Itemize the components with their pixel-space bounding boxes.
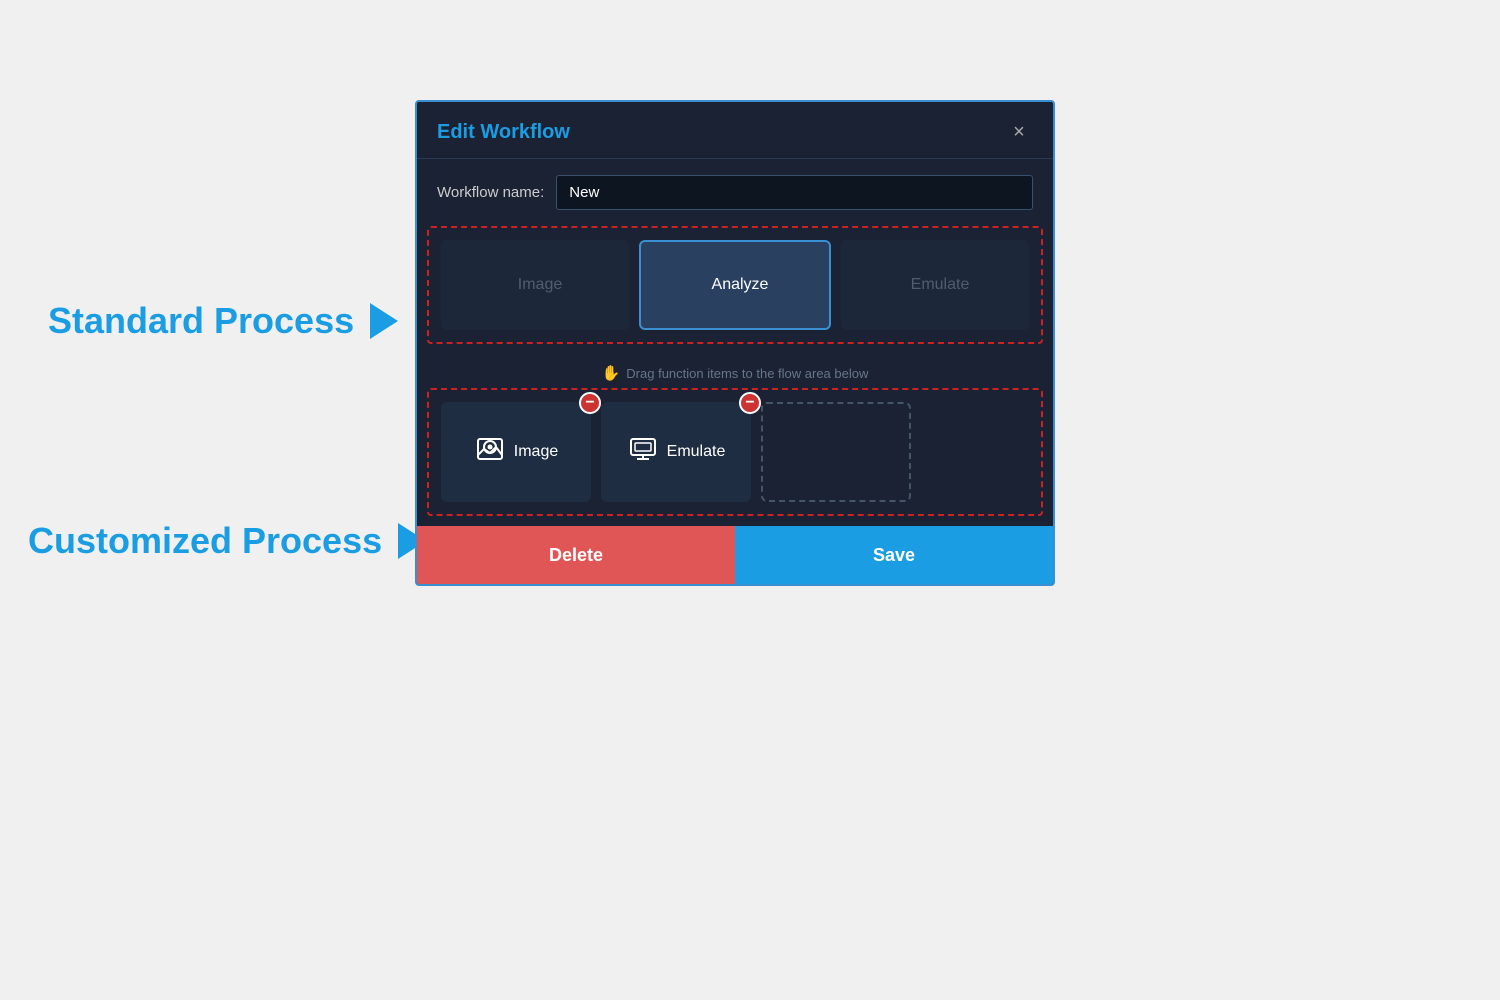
modal-title: Edit Workflow bbox=[437, 121, 570, 144]
workflow-name-label: Workflow name: bbox=[437, 184, 544, 201]
standard-process-items: Image Analyze bbox=[441, 240, 1029, 330]
standard-emulate-card[interactable]: Emulate bbox=[841, 240, 1029, 330]
standard-process-arrow bbox=[370, 303, 398, 339]
flow-image-icon bbox=[474, 433, 506, 472]
edit-workflow-modal: Edit Workflow × Workflow name: Image bbox=[415, 100, 1055, 586]
drag-icon: ✋ bbox=[602, 364, 621, 382]
flow-emulate-label: Emulate bbox=[667, 443, 726, 461]
modal-header: Edit Workflow × bbox=[417, 102, 1053, 159]
workflow-name-input[interactable] bbox=[556, 175, 1033, 210]
flow-emulate-card[interactable]: − Emulate bbox=[601, 402, 751, 502]
workflow-name-row: Workflow name: bbox=[417, 159, 1053, 226]
flow-section: − Image − bbox=[427, 388, 1043, 516]
flow-empty-slot[interactable] bbox=[761, 402, 911, 502]
flow-items: − Image − bbox=[441, 402, 1029, 502]
standard-process-section: Image Analyze bbox=[427, 226, 1043, 344]
standard-analyze-label: Analyze bbox=[712, 276, 769, 294]
standard-process-label: Standard Process bbox=[48, 300, 398, 342]
standard-emulate-label: Emulate bbox=[911, 276, 970, 294]
close-button[interactable]: × bbox=[1005, 118, 1033, 146]
standard-analyze-card[interactable]: Analyze bbox=[639, 240, 831, 330]
delete-button[interactable]: Delete bbox=[417, 526, 735, 584]
remove-image-button[interactable]: − bbox=[579, 392, 601, 414]
standard-image-label: Image bbox=[518, 276, 562, 294]
customized-process-text: Customized Process bbox=[28, 520, 382, 562]
drag-hint: ✋ Drag function items to the flow area b… bbox=[417, 354, 1053, 388]
standard-image-card[interactable]: Image bbox=[441, 240, 629, 330]
flow-image-label: Image bbox=[514, 443, 558, 461]
save-button[interactable]: Save bbox=[735, 526, 1053, 584]
drag-hint-text: Drag function items to the flow area bel… bbox=[626, 366, 868, 381]
remove-emulate-button[interactable]: − bbox=[739, 392, 761, 414]
standard-process-text: Standard Process bbox=[48, 300, 354, 342]
flow-image-card[interactable]: − Image bbox=[441, 402, 591, 502]
customized-process-label: Customized Process bbox=[28, 520, 426, 562]
modal-footer: Delete Save bbox=[417, 526, 1053, 584]
flow-emulate-icon bbox=[627, 433, 659, 472]
